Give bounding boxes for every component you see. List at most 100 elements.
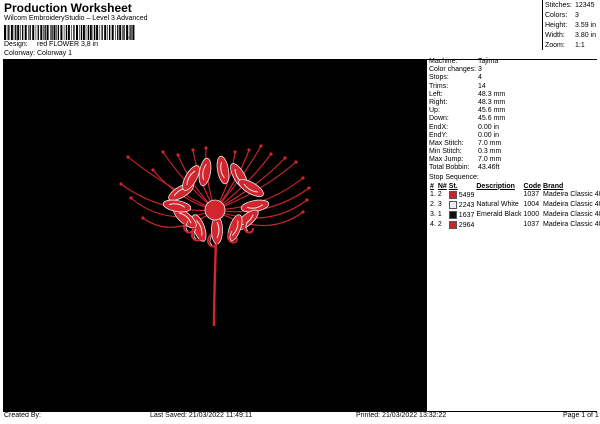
detail-label: Down:: [429, 115, 449, 123]
thread-brand: Madeira Classic 40: [543, 221, 600, 229]
barcode-mark: ,: [128, 31, 131, 40]
petal: [198, 157, 212, 187]
barcode-bar: [115, 25, 116, 40]
barcode-bar: [4, 25, 6, 40]
detail-label: Left:: [429, 90, 443, 98]
stitch-count: 5499: [448, 190, 476, 200]
thread-brand: Madeira Classic 40: [543, 191, 600, 199]
detail-label: Stops:: [429, 74, 449, 82]
stop-index: 1.: [430, 191, 436, 199]
petal: [162, 199, 192, 213]
colorway-label: Colorway:: [4, 50, 36, 57]
detail-value: 45.6 mm: [478, 107, 506, 115]
summary-stitches: Stitches: 12345: [545, 2, 595, 9]
barcode-bar: [60, 25, 63, 40]
barcode-bar: [13, 25, 15, 40]
stop-row: 1. 2 5499 1037 Madeira Classic 40: [429, 190, 600, 200]
barcode-bar: [76, 25, 78, 40]
barcode-bar: [57, 25, 59, 40]
thread-description: [475, 190, 522, 200]
thread-code: 1000: [523, 211, 540, 219]
last-saved: Last Saved: 21/03/2022 11:49:11: [150, 412, 253, 419]
anther: [307, 186, 311, 190]
anther: [204, 146, 208, 150]
barcode-bar: [89, 25, 92, 40]
anther: [191, 148, 195, 152]
detail-label: EndY:: [429, 131, 448, 139]
barcode-bar: [107, 25, 108, 40]
detail-row: Up: 45.6 mm: [429, 107, 597, 115]
barcode-bar: [28, 25, 29, 40]
needle-number: 2: [437, 221, 442, 229]
design-value: red FLOWER 3,8 in: [37, 41, 99, 48]
detail-row: Max Stitch: 7.0 mm: [429, 140, 597, 148]
barcode-bar: [92, 25, 94, 40]
needle-number: 1: [437, 211, 442, 219]
detail-value: 0.00 in: [478, 131, 500, 139]
column-header: Description: [476, 182, 515, 190]
needle-number: 3: [437, 201, 442, 209]
barcode-bar: [46, 25, 49, 40]
detail-label: Color changes:: [429, 66, 477, 74]
barcode-bar: [87, 25, 89, 40]
barcode-bar: [80, 25, 83, 40]
summary-panel: Stitches: 12345 Colors: 3 Height: 3.59 in W…: [545, 2, 598, 52]
anther: [305, 198, 309, 202]
stop-index: 2.: [430, 201, 436, 209]
barcode: [4, 25, 135, 40]
thread-brand: Madeira Classic 40: [543, 211, 600, 219]
barcode-bar: [67, 25, 70, 40]
anther: [269, 152, 273, 156]
barcode-bar: [44, 25, 46, 40]
barcode-bar: [40, 25, 43, 40]
color-swatch: [448, 190, 457, 199]
barcode-bar: [35, 25, 37, 40]
summary-width: Width: 3.80 in: [545, 32, 597, 39]
detail-row: Left: 48.3 mm: [429, 91, 597, 99]
flower-center: [204, 199, 226, 221]
column-header: Brand: [543, 182, 564, 190]
stop-row: 4. 2 2964 1037 Madeira Classic 40: [429, 220, 600, 230]
barcode-bar: [63, 25, 65, 40]
detail-value: 0.00 in: [478, 123, 500, 131]
design-preview: [3, 60, 427, 411]
stitch-count: 2243: [448, 200, 476, 210]
color-swatch: [448, 200, 457, 209]
detail-row: Stops: 4: [429, 74, 597, 82]
color-swatch: [448, 220, 457, 229]
summary-zoom: Zoom: 1:1: [545, 42, 585, 49]
anther: [126, 155, 130, 159]
details-panel: Machine: Tajima Color changes: 3 Stops: 4 Trim…: [429, 58, 600, 230]
barcode-bar: [79, 25, 80, 40]
detail-value: 3: [478, 66, 482, 74]
flower-stem: [212, 239, 218, 327]
barcode-bar: [117, 25, 119, 40]
detail-value: 43.46ft: [478, 164, 500, 172]
anther: [119, 182, 123, 186]
thread-code: 1037: [523, 221, 540, 229]
detail-label: EndX:: [429, 123, 449, 131]
embroidery-flower-image: [119, 144, 311, 327]
anther: [247, 148, 251, 152]
detail-label: Max Jump:: [429, 156, 464, 164]
barcode-bar: [65, 25, 68, 40]
needle-number: 2: [437, 191, 442, 199]
barcode-bar: [109, 25, 111, 40]
detail-row: EndX: 0.00 in: [429, 124, 597, 132]
anther: [151, 168, 155, 172]
petal: [216, 155, 230, 185]
barcode-bar: [132, 25, 135, 40]
printed-date: Printed: 21/03/2022 13:32:22: [356, 412, 447, 419]
barcode-bar: [32, 25, 35, 40]
barcode-bar: [6, 25, 8, 40]
column-header: N#: [437, 182, 447, 190]
barcode-bar: [123, 25, 125, 40]
thread-code: 1004: [523, 201, 540, 209]
detail-row: Total Bobbin: 43.46ft: [429, 164, 597, 172]
detail-value: 48.3 mm: [478, 98, 506, 106]
barcode-bar: [85, 25, 87, 40]
barcode-bar: [122, 25, 123, 40]
barcode-bar: [24, 25, 27, 40]
anther: [301, 210, 305, 214]
barcode-bar: [22, 25, 24, 40]
